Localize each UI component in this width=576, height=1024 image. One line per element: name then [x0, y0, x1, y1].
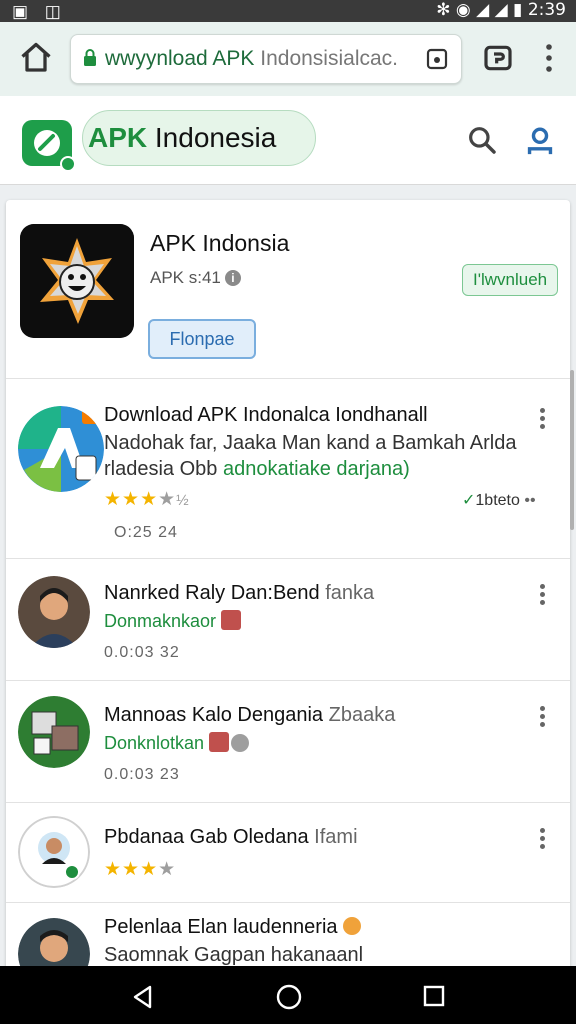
post-author[interactable]: Donmaknkaor [104, 610, 242, 632]
post-author[interactable]: Donknlotkan [104, 732, 250, 754]
back-icon[interactable] [130, 984, 156, 1010]
post-title[interactable]: Nanrked Raly Dan:Bend fanka [104, 582, 374, 605]
notification-icons: ▣ ◫ [12, 2, 67, 21]
list-item[interactable]: Download APK Indonalca Iondhanall Nadoha… [6, 378, 570, 558]
url-domain: wwyynload APK [105, 47, 255, 70]
badge-icon [221, 610, 242, 630]
account-icon[interactable] [524, 124, 556, 158]
brand-indonesia: Indonesia [147, 122, 277, 153]
star-icon: ½ [176, 492, 190, 509]
post-timestamp: 0.0:03 23 [104, 766, 180, 783]
post-description-2: rladesia Obb adnokatiake darjana) [104, 458, 410, 481]
url-text: wwyynload APK Indonsisialcac. [105, 47, 405, 71]
post-title-suffix: Zbaaka [328, 704, 396, 726]
extension-icon[interactable] [482, 42, 514, 74]
post-title[interactable]: Download APK Indonalca Iondhanall [104, 404, 428, 427]
badge-icon [343, 917, 362, 935]
app-version-text: APK s:41 [150, 268, 221, 287]
post-title-text: Nanrked Raly Dan:Bend [104, 582, 326, 604]
post-timestamp: 0.0:03 32 [104, 644, 180, 661]
post-title-suffix: Ifami [314, 826, 358, 848]
post-title-text: Pbdanaa Gab Oledana [104, 826, 315, 848]
star-icon: ★ [158, 859, 177, 880]
home-icon[interactable] [18, 40, 54, 76]
site-logo[interactable] [20, 116, 76, 172]
download-button[interactable]: I'lwvnlueh [462, 264, 559, 296]
status-bar: ▣ ◫ ✻ ◉ ◢ ◢ ▮ 2:39 [0, 0, 576, 22]
star-icon: ★★★ [104, 859, 159, 880]
more-options-icon[interactable] [540, 584, 546, 606]
more-options-icon[interactable] [540, 828, 546, 850]
post-thumbnail [18, 406, 104, 492]
signal-icons: ✻ ◉ ◢ ◢ ▮ [436, 0, 523, 20]
scrollbar[interactable] [570, 370, 574, 530]
post-title-suffix: fanka [325, 582, 375, 604]
list-item[interactable]: Nanrked Raly Dan:Bend fanka Donmaknkaor … [6, 558, 570, 680]
rating-stars: ★★★★ [104, 858, 176, 881]
list-item[interactable]: Pbdanaa Gab Oledana Ifami ★★★★ [6, 802, 570, 902]
stat-count: ✓1bteto •• [462, 492, 536, 509]
list-item[interactable]: Mannoas Kalo Dengania Zbaaka Donknlotkan… [6, 680, 570, 802]
clock: 2:39 [527, 0, 566, 20]
site-header: APK Indonesia [0, 96, 576, 185]
post-author[interactable]: Saomnak Gagpan hakanaanl [104, 944, 363, 967]
url-field[interactable]: wwyynload APK Indonsisialcac. [70, 34, 462, 84]
post-title-text: Mannoas Kalo Dengania [104, 704, 329, 726]
more-options-icon[interactable] [540, 408, 546, 430]
browser-toolbar: wwyynload APK Indonsisialcac. [0, 22, 576, 96]
stat-value: 1bteto [475, 492, 520, 509]
overflow-menu-icon[interactable] [538, 40, 560, 76]
search-icon[interactable] [466, 124, 498, 156]
more-options-icon[interactable] [540, 706, 546, 728]
post-title[interactable]: Mannoas Kalo Dengania Zbaaka [104, 704, 395, 727]
post-title[interactable]: Pbdanaa Gab Oledana Ifami [104, 826, 358, 849]
post-author-text: Donmaknkaor [104, 611, 217, 631]
post-timestamp: O:25 24 [114, 524, 178, 541]
post-description-plain: rladesia Obb [104, 458, 223, 480]
app-icon[interactable] [20, 224, 134, 338]
post-title[interactable]: Pelenlaa Elan laudenneria [104, 916, 362, 939]
site-title[interactable]: APK Indonesia [88, 122, 276, 154]
post-author-text: Donknlotkan [104, 733, 205, 753]
system-nav-bar [0, 966, 576, 1024]
app-name: APK Indonsia [150, 230, 290, 256]
star-icon: ★★★ [104, 489, 159, 510]
lock-icon [84, 49, 96, 66]
app-version: APK s:41 i [150, 268, 241, 288]
info-icon[interactable]: i [224, 270, 241, 286]
avatar [18, 816, 90, 888]
status-right: ✻ ◉ ◢ ◢ ▮ 2:39 [436, 0, 566, 20]
home-circle-icon[interactable] [275, 983, 303, 1011]
content-card: APK Indonsia APK s:41 i I'lwvnlueh Flonpa… [6, 200, 570, 980]
avatar [18, 696, 90, 768]
brand-apk: APK [88, 122, 148, 153]
follow-button[interactable]: Flonpae [148, 319, 256, 359]
rating-stars: ★★★★½ [104, 488, 190, 511]
tab-icon[interactable] [425, 47, 449, 71]
post-title-text: Pelenlaa Elan laudenneria [104, 916, 338, 938]
avatar [18, 576, 90, 648]
post-description-link[interactable]: adnokatiake darjana) [223, 458, 410, 480]
post-description: Nadohak far, Jaaka Man kand a Bamkah Arl… [104, 432, 517, 454]
star-icon: ★ [158, 489, 177, 510]
badge-icon [209, 732, 230, 752]
url-path: Indonsisialcac. [254, 47, 398, 70]
recents-icon[interactable] [422, 984, 446, 1008]
check-icon: ✓ [462, 492, 476, 509]
badge-icon [231, 734, 250, 752]
